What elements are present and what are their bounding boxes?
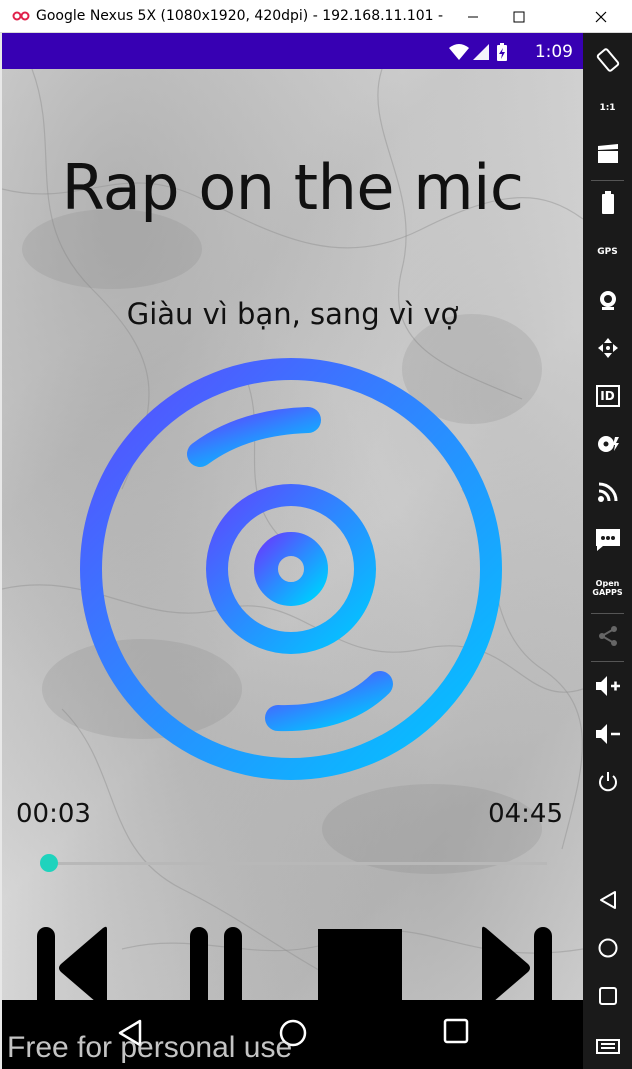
sms-icon[interactable] bbox=[583, 525, 632, 555]
cast-icon[interactable] bbox=[583, 477, 632, 507]
player-view: Rap on the mic Giàu vì bạn, sang vì vợ 0… bbox=[2, 69, 583, 1010]
maximize-button[interactable] bbox=[496, 0, 542, 33]
pixel-perfect-icon[interactable]: 1:1 bbox=[583, 93, 632, 123]
nav-recents-icon[interactable] bbox=[443, 1018, 469, 1044]
stop-button[interactable] bbox=[318, 929, 404, 1007]
next-button[interactable] bbox=[476, 925, 554, 1011]
status-clock: 1:09 bbox=[534, 42, 573, 62]
song-title: Rap on the mic bbox=[61, 151, 524, 224]
seek-thumb[interactable] bbox=[40, 854, 59, 872]
emulator-toolbar: 1:1 GPS ID Open GAPPS bbox=[583, 33, 632, 1069]
pause-button[interactable] bbox=[188, 925, 246, 1011]
volume-up-icon[interactable] bbox=[583, 671, 632, 701]
capture-icon[interactable] bbox=[583, 139, 632, 169]
toolbar-recents-icon[interactable] bbox=[583, 981, 632, 1011]
genymotion-icon bbox=[12, 9, 30, 27]
close-button[interactable] bbox=[578, 0, 624, 33]
move-icon[interactable] bbox=[583, 333, 632, 363]
gps-icon[interactable]: GPS bbox=[583, 237, 632, 267]
toolbar-menu-icon[interactable] bbox=[583, 1029, 632, 1059]
camera-icon[interactable] bbox=[583, 285, 632, 315]
status-icons bbox=[447, 42, 521, 67]
rotate-icon[interactable] bbox=[583, 45, 632, 75]
signal-icon bbox=[473, 44, 489, 60]
wifi-icon bbox=[449, 44, 469, 60]
window-title: Google Nexus 5X (1080x1920, 420dpi) - 19… bbox=[36, 8, 446, 24]
power-icon[interactable] bbox=[583, 767, 632, 797]
device-id-icon[interactable]: ID bbox=[583, 381, 632, 411]
volume-down-icon[interactable] bbox=[583, 719, 632, 749]
battery-icon bbox=[497, 43, 507, 61]
song-subtitle: Giàu vì bạn, sang vì vợ bbox=[126, 297, 459, 331]
previous-button[interactable] bbox=[35, 925, 113, 1011]
status-bar: 1:09 bbox=[2, 33, 583, 69]
toolbar-back-icon[interactable] bbox=[583, 885, 632, 915]
window-title-bar: Google Nexus 5X (1080x1920, 420dpi) - 19… bbox=[0, 0, 632, 33]
phone-screen: 1:09 Rap on the mic Giàu vì bạn, sang vì… bbox=[2, 33, 583, 1069]
total-time: 04:45 bbox=[488, 799, 563, 829]
toolbar-home-icon[interactable] bbox=[583, 933, 632, 963]
watermark: Free for personal use bbox=[7, 1031, 293, 1064]
open-gapps-icon[interactable]: Open GAPPS bbox=[583, 573, 632, 603]
minimize-button[interactable] bbox=[450, 0, 496, 33]
disk-io-icon[interactable] bbox=[583, 429, 632, 459]
elapsed-time: 00:03 bbox=[16, 799, 91, 829]
share-icon[interactable] bbox=[583, 621, 632, 651]
disc-icon bbox=[80, 358, 502, 780]
seek-bar[interactable] bbox=[40, 854, 547, 872]
battery-icon[interactable] bbox=[583, 188, 632, 218]
